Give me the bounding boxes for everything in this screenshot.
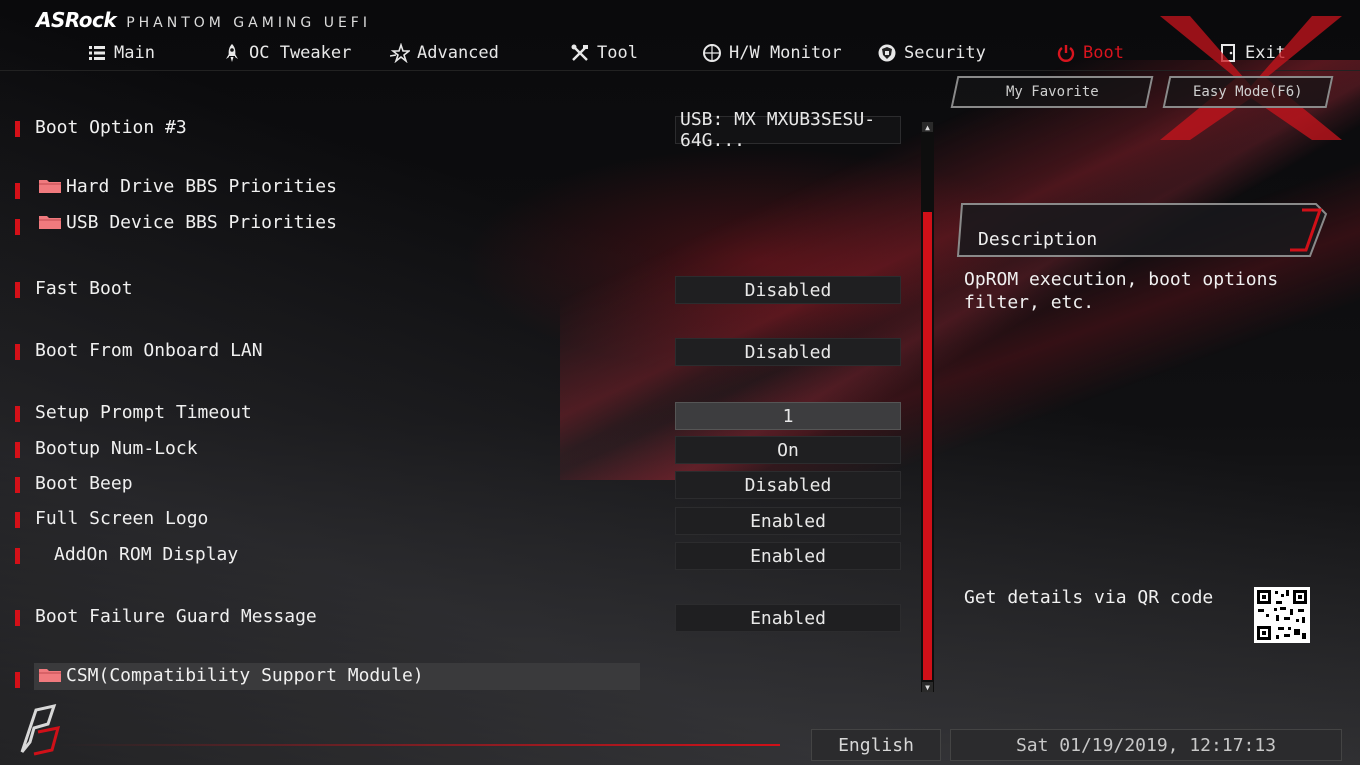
power-icon (1057, 45, 1075, 62)
tab-hw-monitor-label: H/W Monitor (729, 43, 842, 63)
folder-icon (39, 669, 61, 682)
language-button[interactable]: English (811, 729, 941, 761)
fast-boot-label[interactable]: Fast Boot (35, 278, 133, 299)
boot-failure-guard-label[interactable]: Boot Failure Guard Message (35, 606, 317, 627)
scrollbar-thumb[interactable] (923, 212, 932, 680)
addon-rom-display-value[interactable]: Enabled (675, 542, 901, 570)
full-screen-logo-label[interactable]: Full Screen Logo (35, 508, 208, 529)
brand-header: ASRock PHANTOM GAMING UEFI (36, 8, 371, 32)
tab-security-label: Security (904, 43, 986, 63)
tab-oc-tweaker-label: OC Tweaker (249, 43, 352, 63)
folder-icon (39, 180, 61, 193)
footer-accent-line (60, 744, 780, 746)
tab-security[interactable]: Security (877, 38, 986, 68)
row-marker (15, 282, 20, 298)
fast-boot-value[interactable]: Disabled (675, 276, 901, 304)
hard-drive-bbs-item[interactable]: Hard Drive BBS Priorities (38, 176, 337, 197)
addon-rom-display-label[interactable]: AddOn ROM Display (54, 544, 238, 565)
qr-code (1254, 587, 1310, 643)
rocket-icon (226, 44, 238, 62)
row-marker (15, 548, 20, 564)
csm-item[interactable]: CSM(Compatibility Support Module) (38, 665, 424, 686)
row-marker (15, 344, 20, 360)
row-marker (15, 512, 20, 528)
main-nav: Main OC Tweaker Advanced Tool H/W Monito… (0, 38, 1360, 71)
tab-boot[interactable]: Boot (1056, 38, 1124, 68)
row-marker (15, 442, 20, 458)
qr-code-label: Get details via QR code (964, 587, 1214, 608)
scroll-up-icon[interactable]: ▲ (922, 122, 933, 132)
my-favorite-label: My Favorite (1005, 84, 1099, 100)
hard-drive-bbs-label: Hard Drive BBS Priorities (66, 176, 337, 197)
setup-prompt-timeout-value[interactable]: 1 (675, 402, 901, 430)
bootup-numlock-label[interactable]: Bootup Num-Lock (35, 438, 198, 459)
brand-product: PHANTOM GAMING UEFI (126, 15, 371, 31)
boot-beep-label[interactable]: Boot Beep (35, 473, 133, 494)
tools-icon (571, 44, 588, 61)
tab-hw-monitor[interactable]: H/W Monitor (702, 38, 842, 68)
tab-main[interactable]: Main (87, 38, 155, 68)
usb-device-bbs-item[interactable]: USB Device BBS Priorities (38, 212, 337, 233)
brand-logo: ASRock (36, 8, 117, 32)
monitor-icon (703, 44, 721, 62)
row-marker (15, 406, 20, 422)
scroll-down-icon[interactable]: ▼ (922, 682, 933, 692)
description-text: OpROM execution, boot options filter, et… (964, 269, 1279, 313)
star-icon (390, 43, 410, 63)
boot-onboard-lan-value[interactable]: Disabled (675, 338, 901, 366)
row-marker (15, 121, 20, 137)
bootup-numlock-value[interactable]: On (675, 436, 901, 464)
tab-main-label: Main (114, 43, 155, 63)
boot-beep-value[interactable]: Disabled (675, 471, 901, 499)
list-icon (89, 46, 105, 60)
usb-device-bbs-label: USB Device BBS Priorities (66, 212, 337, 233)
easy-mode-button[interactable]: Easy Mode(F6) (1162, 76, 1334, 108)
boot-option-3-label[interactable]: Boot Option #3 (35, 117, 187, 138)
tab-boot-label: Boot (1083, 43, 1124, 63)
tab-tool-label: Tool (597, 43, 638, 63)
tab-advanced-label: Advanced (417, 43, 499, 63)
row-marker (15, 477, 20, 493)
row-marker (15, 219, 20, 235)
my-favorite-button[interactable]: My Favorite (950, 76, 1154, 108)
setup-prompt-timeout-label[interactable]: Setup Prompt Timeout (35, 402, 252, 423)
shield-icon (878, 44, 896, 62)
datetime-display: Sat 01/19/2019, 12:17:13 (950, 729, 1342, 761)
folder-icon (39, 216, 61, 229)
boot-option-3-value[interactable]: USB: MX MXUB3SESU-64G... (675, 109, 901, 151)
description-title: Description (978, 229, 1098, 250)
phantom-gaming-logo-icon (20, 703, 61, 756)
tab-oc-tweaker[interactable]: OC Tweaker (222, 38, 351, 68)
boot-onboard-lan-label[interactable]: Boot From Onboard LAN (35, 340, 263, 361)
easy-mode-label: Easy Mode(F6) (1193, 84, 1303, 100)
boot-failure-guard-value[interactable]: Enabled (675, 604, 901, 632)
csm-label: CSM(Compatibility Support Module) (66, 665, 424, 686)
row-marker (15, 610, 20, 626)
row-marker (15, 672, 20, 688)
tab-tool[interactable]: Tool (570, 38, 638, 68)
row-marker (15, 183, 20, 199)
tab-advanced[interactable]: Advanced (390, 38, 499, 68)
full-screen-logo-value[interactable]: Enabled (675, 507, 901, 535)
